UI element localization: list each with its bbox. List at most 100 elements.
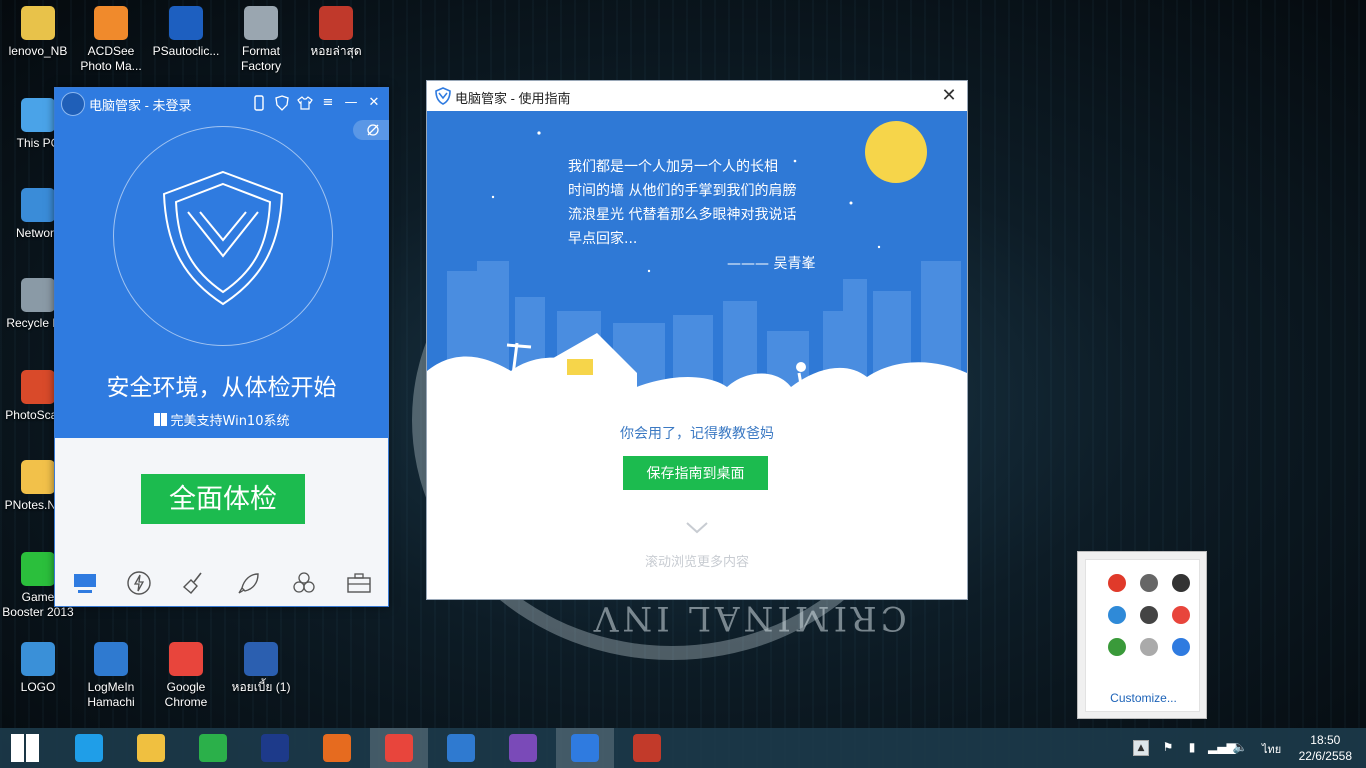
desktop-icon[interactable]: lenovo_NB <box>0 6 76 59</box>
rocket-badge[interactable] <box>353 120 389 140</box>
scroll-hint: 滚动浏览更多内容 <box>644 555 749 570</box>
desktop-icon-label: หอยล่าสุด <box>310 44 362 58</box>
guide-window[interactable]: 电脑管家 - 使用指南 ✕ 我们都是一个人加另一个人的长相 时间的墙 从他们的手… <box>426 80 968 600</box>
minimize-icon[interactable]: — <box>343 95 359 111</box>
webcam-icon[interactable] <box>1140 606 1158 624</box>
network-globe-icon[interactable] <box>1108 638 1126 656</box>
taskbar-button[interactable] <box>370 728 428 768</box>
taskbar: ▲ ⚑ ▮ ▂▄▆ 🔈 ไทย 18:50 22/6/2558 <box>0 728 1366 768</box>
tab-toolbox[interactable] <box>339 564 379 604</box>
taskbar-button[interactable] <box>246 728 304 768</box>
battery-icon[interactable]: ▮ <box>1184 740 1200 756</box>
photoscape-icon <box>633 734 661 762</box>
win10-support-label: 完美支持Win10系统 <box>170 414 290 429</box>
visual-studio-icon <box>509 734 537 762</box>
monitor-icon <box>74 574 96 593</box>
clock[interactable]: 18:50 22/6/2558 <box>1299 732 1352 764</box>
chrome-icon <box>169 642 203 676</box>
winrar-icon <box>319 6 353 40</box>
guide-illustration: 我们都是一个人加另一个人的长相 时间的墙 从他们的手掌到我们的肩膀 流浪星光 代… <box>427 111 967 407</box>
desktop-icon-label: LOGO <box>20 680 56 694</box>
poem-line: 早点回家... <box>568 231 638 247</box>
start-icon <box>11 734 39 762</box>
desktop-icon-label: ACDSee Photo Ma... <box>80 44 142 73</box>
show-hidden-icons-button[interactable]: ▲ <box>1133 740 1149 756</box>
taskbar-button[interactable] <box>184 728 242 768</box>
chevron-down-icon[interactable] <box>685 521 709 535</box>
tab-boost[interactable] <box>229 564 269 604</box>
desktop-icon-label: หอยเบี้ย (1) <box>231 680 291 694</box>
itunes-icon <box>447 734 475 762</box>
media-icon[interactable] <box>1140 574 1158 592</box>
customize-link[interactable]: Customize... <box>1086 691 1201 705</box>
desktop-icon[interactable]: LOGO <box>0 642 76 695</box>
close-icon[interactable]: ✕ <box>366 95 382 111</box>
desktop-icon[interactable]: หอยล่าสุด <box>298 6 374 59</box>
pc-manager-title: 电脑管家 - 未登录 <box>89 98 192 113</box>
chrome-icon <box>385 734 413 762</box>
hamachi-icon <box>94 642 128 676</box>
desktop-icon-label: LogMeIn Hamachi <box>87 680 135 709</box>
tab-speedup[interactable] <box>119 564 159 604</box>
taskbar-button[interactable] <box>0 728 54 768</box>
full-scan-button[interactable]: 全面体检 <box>141 474 305 524</box>
volume-icon[interactable]: 🔈 <box>1232 740 1248 756</box>
shirt-icon[interactable] <box>297 95 313 111</box>
avatar[interactable] <box>61 92 85 116</box>
computer-icon <box>21 98 55 132</box>
desktop-icon[interactable]: หอยเบี้ย (1) <box>223 642 299 695</box>
photoscape-icon <box>21 370 55 404</box>
windows-icon <box>153 413 167 426</box>
taskbar-button[interactable] <box>122 728 180 768</box>
tab-clean[interactable] <box>174 564 214 604</box>
language-indicator[interactable]: ไทย <box>1262 740 1281 758</box>
pc-manager-window[interactable]: 电脑管家 - 未登录 ≡ — ✕ 安全环境，从体检开始 完美支持Win10系统 … <box>54 87 389 607</box>
taskbar-button[interactable] <box>556 728 614 768</box>
desktop-icon[interactable]: ACDSee Photo Ma... <box>73 6 149 74</box>
phone-icon[interactable] <box>251 95 267 111</box>
save-guide-button[interactable]: 保存指南到桌面 <box>623 456 768 490</box>
fan-icon <box>293 572 315 593</box>
tab-tools[interactable] <box>284 564 324 604</box>
taskbar-button[interactable] <box>432 728 490 768</box>
record-icon[interactable] <box>1108 574 1126 592</box>
tray-overflow-panel: Customize... <box>1085 559 1200 712</box>
desktop-icon-label: Google Chrome <box>164 680 208 709</box>
menu-icon[interactable]: ≡ <box>320 95 336 111</box>
photo-icon[interactable] <box>1108 606 1126 624</box>
firefox-icon <box>323 734 351 762</box>
poem-author: ——— 吴青峯 <box>727 256 816 272</box>
desktop-icon[interactable]: Google Chrome <box>148 642 224 710</box>
taskbar-button[interactable] <box>308 728 366 768</box>
explorer-icon <box>137 734 165 762</box>
pnotes-icon <box>21 460 55 494</box>
bell-icon[interactable] <box>1140 638 1158 656</box>
background-seal-text: CRIMINAL INV <box>590 598 907 638</box>
tab-home[interactable] <box>65 564 105 604</box>
format-factory-icon <box>244 6 278 40</box>
signal-icon[interactable]: ▂▄▆ <box>1208 740 1236 756</box>
shield-small-icon[interactable] <box>274 95 290 111</box>
taskbar-button[interactable] <box>494 728 552 768</box>
broom-icon <box>182 572 202 594</box>
pc-manager-tabs <box>55 564 388 604</box>
clock-time: 18:50 <box>1310 733 1341 747</box>
tencent-manager-icon <box>571 734 599 762</box>
poem-line: 流浪星光 代替着那么多眼神对我说话 <box>568 207 797 223</box>
lightning-icon <box>127 571 151 595</box>
desktop-icon[interactable]: Format Factory <box>223 6 299 74</box>
tencent-shield-icon[interactable] <box>1172 638 1190 656</box>
tencent-shield-icon <box>435 87 451 105</box>
taskbar-button[interactable] <box>60 728 118 768</box>
close-button[interactable]: ✕ <box>937 84 961 108</box>
desktop-icon[interactable]: PSautoclic... <box>148 6 224 59</box>
photoshop-icon <box>261 734 289 762</box>
chrome-tray-icon[interactable] <box>1172 606 1190 624</box>
flag-icon[interactable]: ⚑ <box>1160 740 1176 756</box>
camera-icon[interactable] <box>1172 574 1190 592</box>
win10-support-text: 完美支持Win10系统 <box>55 410 388 429</box>
desktop-icon-label: Format Factory <box>240 44 281 73</box>
taskbar-button[interactable] <box>618 728 676 768</box>
pc-manager-headline: 安全环境，从体检开始 <box>106 375 337 401</box>
desktop-icon[interactable]: LogMeIn Hamachi <box>73 642 149 710</box>
